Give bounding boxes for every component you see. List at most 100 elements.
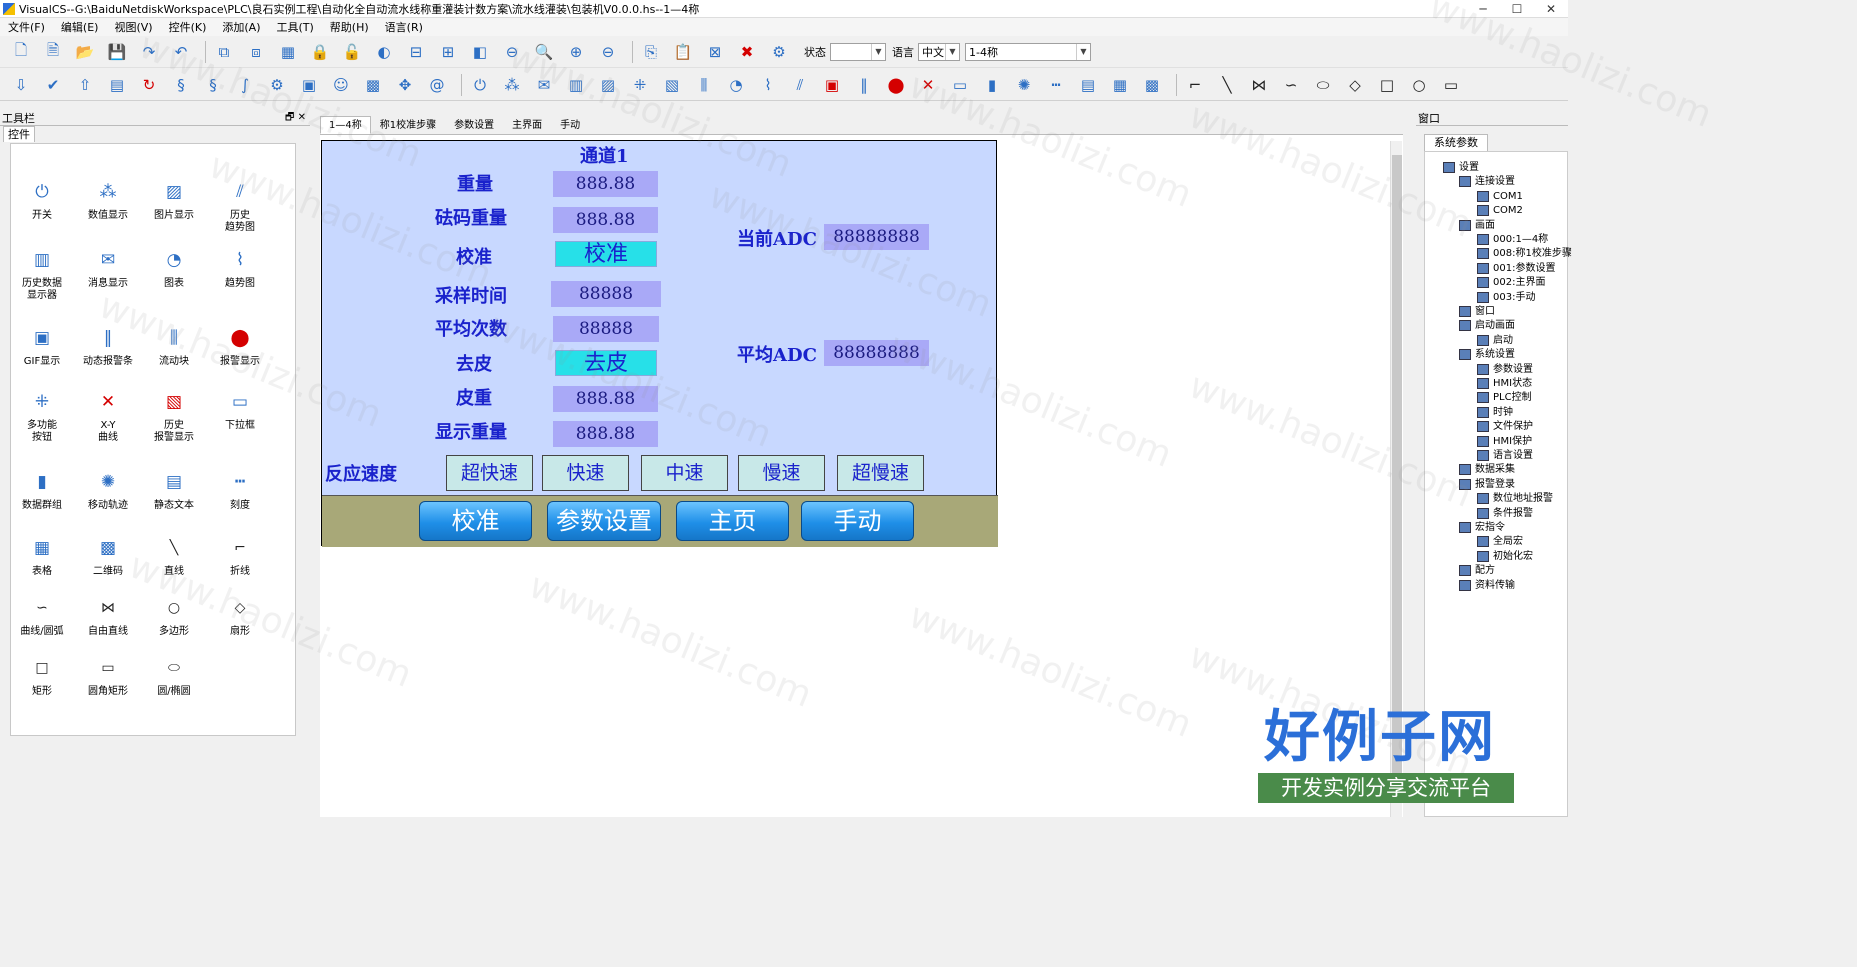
delete-icon[interactable]: ✖ <box>734 39 760 65</box>
tree-node[interactable]: 窗口 <box>1459 305 1495 318</box>
toolbox-item[interactable]: ╲ 直线 <box>141 536 207 578</box>
multi-button-icon[interactable]: ⁜ <box>627 72 653 98</box>
history-trend-icon[interactable]: ⫽ <box>787 72 813 98</box>
tree-node[interactable]: 宏指令 <box>1459 521 1505 534</box>
flow-block-icon[interactable]: ⫼ <box>691 72 717 98</box>
move-icon[interactable]: ✥ <box>392 72 418 98</box>
toolbox-item[interactable]: ▨ 图片显示 <box>141 180 207 222</box>
tree-node[interactable]: 002:主界面 <box>1477 276 1545 289</box>
tab-1-4[interactable]: 1—4称 <box>320 116 371 134</box>
close-icon[interactable]: ✕ <box>1534 0 1568 18</box>
nav-home-button[interactable]: 主页 <box>676 501 789 541</box>
state-select[interactable]: ▼ <box>830 43 886 61</box>
dropdown-icon[interactable]: ▭ <box>947 72 973 98</box>
paste-icon[interactable]: 📋 <box>670 39 696 65</box>
new-file-icon[interactable]: 🗋 <box>8 39 34 65</box>
table-icon[interactable]: ▦ <box>1107 72 1133 98</box>
tree-node[interactable]: 资料传输 <box>1459 579 1515 592</box>
tare-button[interactable]: 去皮 <box>555 350 657 376</box>
cal-weight-value[interactable]: 888.88 <box>553 207 658 233</box>
toolbox-item[interactable]: □ 矩形 <box>9 656 75 698</box>
new-screen-icon[interactable]: 🗎 <box>40 39 66 65</box>
ungroup-icon[interactable]: ⧈ <box>243 39 269 65</box>
menu-view[interactable]: 视图(V) <box>106 19 160 35</box>
speed-very-fast-button[interactable]: 超快速 <box>446 455 533 491</box>
tree-node[interactable]: 系统设置 <box>1459 348 1515 361</box>
tree-node[interactable]: 000:1—4称 <box>1477 233 1548 246</box>
text-icon[interactable]: ∫ <box>232 72 258 98</box>
tab-parameter-settings[interactable]: 参数设置 <box>445 116 503 134</box>
tree-node[interactable]: 语言设置 <box>1477 449 1533 462</box>
toolbox-item[interactable]: ⋈ 自由直线 <box>75 596 141 638</box>
tree-node[interactable]: 参数设置 <box>1477 363 1533 376</box>
lock-icon[interactable]: 🔒 <box>307 39 333 65</box>
open-icon[interactable]: 📂 <box>72 39 98 65</box>
undo-icon[interactable]: ↶ <box>168 39 194 65</box>
power-icon[interactable]: ⏻ <box>467 72 493 98</box>
toolbox-item[interactable]: ✕ X-Y 曲线 <box>75 390 141 444</box>
toolbox-item[interactable]: ▥ 历史数据 显示器 <box>9 248 75 302</box>
polyline-icon[interactable]: ⌐ <box>1182 72 1208 98</box>
tree-node[interactable]: HMI保护 <box>1477 435 1532 448</box>
tree-node[interactable]: 001:参数设置 <box>1477 262 1555 275</box>
tree-node[interactable]: 设置 <box>1443 161 1479 174</box>
sample-time-value[interactable]: 88888 <box>551 281 661 307</box>
settings-icon[interactable]: ⚙ <box>264 72 290 98</box>
zoom-in-icon[interactable]: ⊕ <box>563 39 589 65</box>
avg-adc-value[interactable]: 88888888 <box>824 340 929 366</box>
minimize-icon[interactable]: ─ <box>1466 0 1500 18</box>
tab-main-screen[interactable]: 主界面 <box>503 116 551 134</box>
maximize-icon[interactable]: ☐ <box>1500 0 1534 18</box>
save-icon[interactable]: 💾 <box>104 39 130 65</box>
round-rect-icon[interactable]: ▭ <box>1438 72 1464 98</box>
picture-lib-icon[interactable]: ▩ <box>360 72 386 98</box>
alarm-list-icon[interactable]: ▣ <box>819 72 845 98</box>
simulate-icon[interactable]: ⚙ <box>766 39 792 65</box>
tree-node[interactable]: 文件保护 <box>1477 420 1533 433</box>
tree-node[interactable]: 报警登录 <box>1459 478 1515 491</box>
xy-curve-icon[interactable]: ✕ <box>915 72 941 98</box>
language-select[interactable]: 中文 ▼ <box>918 43 960 61</box>
macro-icon[interactable]: § <box>168 72 194 98</box>
track-icon[interactable]: ✺ <box>1011 72 1037 98</box>
speed-fast-button[interactable]: 快速 <box>542 455 629 491</box>
scale-icon[interactable]: ┅ <box>1043 72 1069 98</box>
toolbox-item[interactable]: ‖ 动态报警条 <box>75 326 141 368</box>
menu-file[interactable]: 文件(F) <box>0 19 53 35</box>
history-alarm-icon[interactable]: ▧ <box>659 72 685 98</box>
toolbox-item[interactable]: ▭ 下拉框 <box>207 390 273 432</box>
grid-icon[interactable]: ▦ <box>275 39 301 65</box>
menu-add[interactable]: 添加(A) <box>214 19 268 35</box>
line-icon[interactable]: ╲ <box>1214 72 1240 98</box>
gauge-icon[interactable]: ◔ <box>723 72 749 98</box>
tree-node[interactable]: 全局宏 <box>1477 535 1523 548</box>
refresh-icon[interactable]: ↻ <box>136 72 162 98</box>
toolbox-item[interactable]: ▧ 历史 报警显示 <box>141 390 207 444</box>
data-group-icon[interactable]: ▮ <box>979 72 1005 98</box>
tree-node[interactable]: 时钟 <box>1477 406 1513 419</box>
toolbox-item[interactable]: ◇ 扇形 <box>207 596 273 638</box>
toolbox-item[interactable]: ⁂ 数值显示 <box>75 180 141 222</box>
toolbox-item[interactable]: ▭ 圆角矩形 <box>75 656 141 698</box>
zoom-icon[interactable]: 🔍 <box>531 39 557 65</box>
toolbox-item[interactable]: ▦ 表格 <box>9 536 75 578</box>
toolbox-item[interactable]: ◔ 图表 <box>141 248 207 290</box>
tree-node[interactable]: 启动 <box>1477 334 1513 347</box>
toolbox-item[interactable]: ⫼ 流动块 <box>141 326 207 368</box>
pin-close-icon[interactable]: 🗗 ✕ <box>285 110 306 127</box>
tab-manual[interactable]: 手动 <box>551 116 589 134</box>
menu-edit[interactable]: 编辑(E) <box>53 19 107 35</box>
history-data-icon[interactable]: ▥ <box>563 72 589 98</box>
speed-slow-button[interactable]: 慢速 <box>738 455 825 491</box>
tree-node[interactable]: 画面 <box>1459 219 1495 232</box>
tab-controls[interactable]: 控件 <box>3 126 35 142</box>
zoom-out-icon[interactable]: ⊖ <box>595 39 621 65</box>
menu-help[interactable]: 帮助(H) <box>322 19 377 35</box>
macro2-icon[interactable]: § <box>200 72 226 98</box>
toolbox-item[interactable]: ▮ 数据群组 <box>9 470 75 512</box>
tree-node[interactable]: PLC控制 <box>1477 391 1532 404</box>
tree-node[interactable]: COM2 <box>1477 204 1523 217</box>
weight-value[interactable]: 888.88 <box>553 171 658 197</box>
tree-node[interactable]: HMI状态 <box>1477 377 1532 390</box>
tab-calibration-steps[interactable]: 称1校准步骤 <box>371 116 445 134</box>
